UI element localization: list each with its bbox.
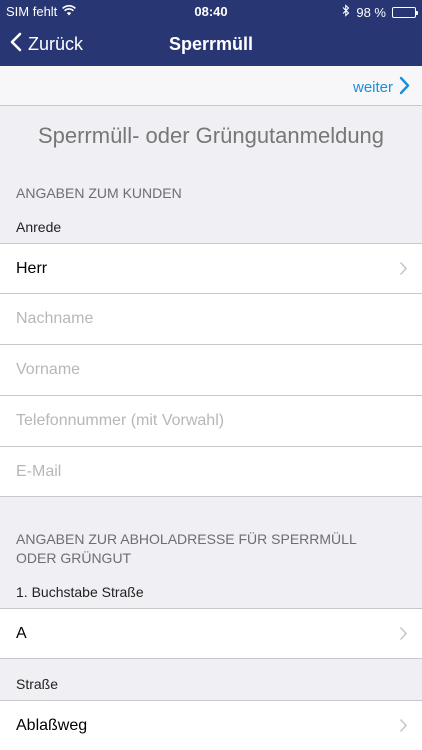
pickup-header-line1: ANGABEN ZUR ABHOLADRESSE FÜR SPERRMÜLL: [16, 531, 357, 547]
bluetooth-icon: [342, 4, 350, 20]
email-input[interactable]: [16, 462, 396, 481]
street-select[interactable]: Ablaßweg: [0, 700, 422, 750]
status-bar: SIM fehlt 08:40 98 %: [0, 0, 422, 22]
street-letter-select[interactable]: A: [0, 608, 422, 659]
lastname-field-row: [0, 293, 422, 344]
salutation-label: Anrede: [16, 219, 62, 235]
lastname-input[interactable]: [16, 310, 396, 328]
next-button-label: weiter: [352, 79, 393, 96]
chevron-right-icon: [399, 718, 408, 738]
battery-percent: 98 %: [356, 4, 386, 20]
chevron-left-icon: [10, 32, 22, 57]
toolbar: weiter: [0, 66, 422, 106]
chevron-right-icon: [399, 261, 408, 281]
firstname-input[interactable]: [16, 361, 396, 379]
salutation-select[interactable]: Herr: [0, 243, 422, 294]
back-button-label: Zurück: [28, 33, 84, 54]
street-label: Straße: [16, 676, 59, 692]
customer-section-header: ANGABEN ZUM KUNDEN: [16, 185, 182, 201]
salutation-value: Herr: [16, 260, 48, 277]
page-title: Sperrmüll- oder Grüngutanmeldung: [37, 123, 385, 148]
street-value: Ablaßweg: [16, 717, 88, 734]
top-bar: SIM fehlt 08:40 98 % Zurück Sperrmüll: [0, 0, 422, 66]
status-right: 98 %: [342, 4, 418, 20]
navigation-bar: Zurück Sperrmüll: [0, 22, 422, 66]
chevron-right-icon: [399, 76, 410, 99]
email-field-row: [0, 446, 422, 497]
phone-input[interactable]: [16, 412, 396, 430]
phone-field-row: [0, 395, 422, 446]
pickup-section-header: ANGABEN ZUR ABHOLADRESSE FÜR SPERRMÜLL O…: [16, 530, 406, 568]
chevron-right-icon: [399, 626, 408, 646]
next-button[interactable]: weiter: [353, 76, 410, 99]
firstname-field-row: [0, 344, 422, 395]
battery-icon: [392, 6, 418, 18]
street-letter-value: A: [16, 624, 27, 642]
street-letter-label: 1. Buchstabe Straße: [16, 584, 144, 600]
back-button[interactable]: Zurück: [10, 30, 83, 58]
pickup-header-line2: ODER GRÜNGUT: [16, 550, 132, 566]
